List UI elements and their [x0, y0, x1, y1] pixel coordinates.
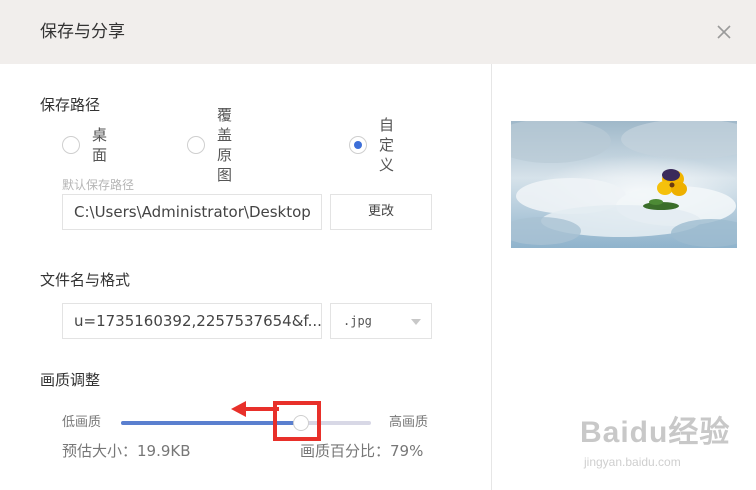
quality-slider[interactable]	[121, 415, 371, 431]
format-value: .jpg	[343, 314, 372, 328]
save-share-dialog: 保存与分享 保存路径 桌面 覆盖原图 自定义 默认保存路径 C:\Users\A…	[0, 0, 756, 490]
watermark: Baidu经验 jingyan.baidu.com	[578, 405, 754, 475]
dialog-titlebar: 保存与分享	[0, 0, 756, 64]
radio-label: 桌面	[92, 126, 108, 164]
quality-slider-fill	[121, 421, 301, 425]
radio-overwrite[interactable]: 覆盖原图	[187, 106, 232, 184]
radio-desktop[interactable]: 桌面	[62, 126, 107, 164]
format-select[interactable]: .jpg	[330, 303, 432, 339]
quality-percent-text: 画质百分比：79%	[300, 442, 424, 460]
radio-label: 自定义	[379, 116, 395, 174]
dialog-title: 保存与分享	[40, 22, 125, 42]
save-path-title: 保存路径	[40, 96, 101, 114]
estimated-size-text: 预估大小：19.9KB	[62, 442, 191, 460]
close-icon[interactable]	[712, 20, 736, 44]
watermark-subtext: jingyan.baidu.com	[584, 455, 681, 469]
quality-section-title: 画质调整	[40, 371, 101, 389]
filename-input[interactable]: u=1735160392,2257537654&f...	[62, 303, 322, 339]
change-path-button[interactable]: 更改	[330, 194, 432, 230]
save-path-input[interactable]: C:\Users\Administrator\Desktop	[62, 194, 322, 230]
radio-circle-checked	[349, 136, 367, 154]
radio-circle	[187, 136, 205, 154]
vertical-divider	[491, 64, 492, 490]
chevron-down-icon	[411, 319, 421, 325]
watermark-text: Baidu经验	[580, 416, 731, 449]
radio-label: 覆盖原图	[217, 106, 233, 184]
default-path-label: 默认保存路径	[62, 178, 135, 192]
radio-circle	[62, 136, 80, 154]
low-quality-label: 低画质	[62, 415, 102, 430]
annotation-arrow-left-icon	[231, 401, 279, 417]
file-section-title: 文件名与格式	[40, 271, 131, 289]
radio-custom[interactable]: 自定义	[349, 116, 394, 174]
quality-slider-thumb[interactable]	[293, 415, 309, 431]
high-quality-label: 高画质	[389, 415, 429, 430]
image-preview	[511, 121, 737, 248]
